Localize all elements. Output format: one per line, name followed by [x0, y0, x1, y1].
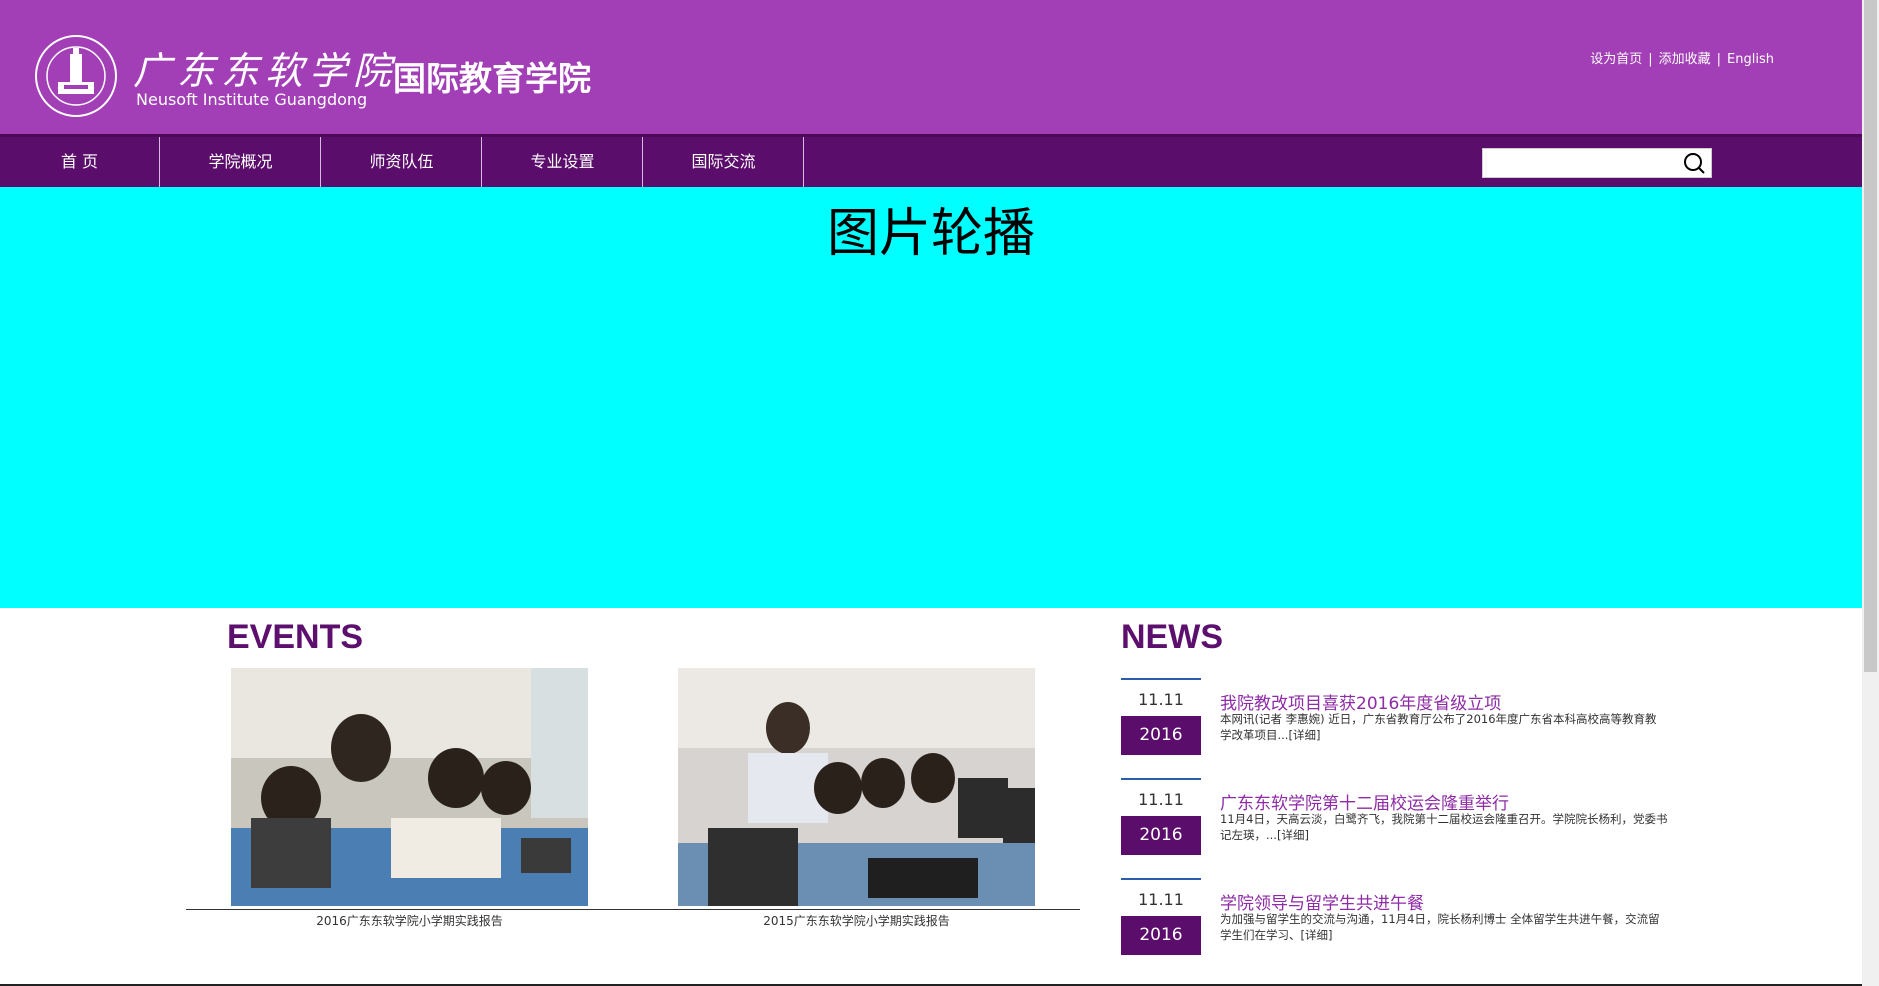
nav-item-majors[interactable]: 专业设置 [483, 137, 643, 187]
nav-item-international[interactable]: 国际交流 [644, 137, 804, 187]
news-item: 11.11 2016 我院教改项目喜获2016年度省级立项 本网讯(记者 李惠婉… [1121, 678, 1666, 773]
search-input[interactable] [1482, 148, 1712, 178]
site-header: 广东东软学院 Neusoft Institute Guangdong 国际教育学… [0, 0, 1862, 134]
events-divider [186, 909, 1080, 910]
set-homepage-link[interactable]: 设为首页 [1590, 52, 1642, 67]
news-date-year: 2016 [1121, 916, 1201, 955]
news-date-badge: 11.11 2016 [1121, 778, 1201, 857]
news-summary: 为加强与留学生的交流与沟通，11月4日，院长杨利博士 全体留学生共进午餐，交流留… [1220, 911, 1668, 943]
main-nav: 首 页 学院概况 师资队伍 专业设置 国际交流 [0, 134, 1862, 187]
news-more-link[interactable]: [详细] [1301, 928, 1333, 942]
news-item: 11.11 2016 学院领导与留学生共进午餐 为加强与留学生的交流与沟通，11… [1121, 878, 1666, 973]
event-photo[interactable] [678, 668, 1035, 906]
event-card[interactable]: 2016广东东软学院小学期实践报告 [231, 668, 588, 929]
search-icon[interactable] [1683, 152, 1705, 174]
nav-item-home[interactable]: 首 页 [0, 137, 160, 187]
news-date-year: 2016 [1121, 716, 1201, 755]
event-card[interactable]: 2015广东东软学院小学期实践报告 [678, 668, 1035, 929]
news-date-day: 11.11 [1121, 878, 1201, 916]
news-date-badge: 11.11 2016 [1121, 678, 1201, 757]
vertical-scrollbar[interactable] [1862, 0, 1879, 986]
english-link[interactable]: English [1727, 52, 1774, 67]
nav-item-faculty[interactable]: 师资队伍 [322, 137, 482, 187]
school-emblem-icon [35, 35, 117, 117]
news-date-badge: 11.11 2016 [1121, 878, 1201, 957]
college-title: 国际教育学院 [393, 59, 591, 98]
news-summary-text: 本网讯(记者 李惠婉) 近日，广东省教育厅公布了2016年度广东省本科高校高等教… [1220, 712, 1657, 742]
add-bookmark-link[interactable]: 添加收藏 [1659, 52, 1711, 67]
news-summary: 11月4日，天高云淡，白鹭齐飞，我院第十二届校运会隆重召开。学院院长杨利，党委书… [1220, 811, 1668, 843]
news-summary: 本网讯(记者 李惠婉) 近日，广东省教育厅公布了2016年度广东省本科高校高等教… [1220, 711, 1668, 743]
logo-english-name: Neusoft Institute Guangdong [136, 90, 368, 109]
news-summary-text: 为加强与留学生的交流与沟通，11月4日，院长杨利博士 全体留学生共进午餐，交流留… [1220, 912, 1660, 942]
news-title: NEWS [1121, 618, 1223, 656]
carousel-placeholder-label: 图片轮播 [826, 204, 1035, 264]
top-links: 设为首页 | 添加收藏 | English [1590, 48, 1774, 67]
events-title: EVENTS [227, 618, 364, 656]
news-date-day: 11.11 [1121, 678, 1201, 716]
nav-item-about[interactable]: 学院概况 [161, 137, 321, 187]
event-caption[interactable]: 2015广东东软学院小学期实践报告 [678, 912, 1035, 929]
event-photo[interactable] [231, 668, 588, 906]
news-date-day: 11.11 [1121, 778, 1201, 816]
news-more-link[interactable]: [详细] [1288, 728, 1320, 742]
link-separator: | [1648, 52, 1653, 67]
event-caption[interactable]: 2016广东东软学院小学期实践报告 [231, 912, 588, 929]
scrollbar-thumb[interactable] [1864, 0, 1877, 672]
link-separator: | [1716, 52, 1722, 67]
page: 广东东软学院 Neusoft Institute Guangdong 国际教育学… [0, 0, 1862, 986]
image-carousel[interactable]: 图片轮播 [0, 187, 1862, 608]
news-more-link[interactable]: [详细] [1277, 828, 1309, 842]
news-item: 11.11 2016 广东东软学院第十二届校运会隆重举行 11月4日，天高云淡，… [1121, 778, 1668, 873]
logo-chinese-name: 广东东软学院 [133, 49, 398, 93]
news-date-year: 2016 [1121, 816, 1201, 855]
